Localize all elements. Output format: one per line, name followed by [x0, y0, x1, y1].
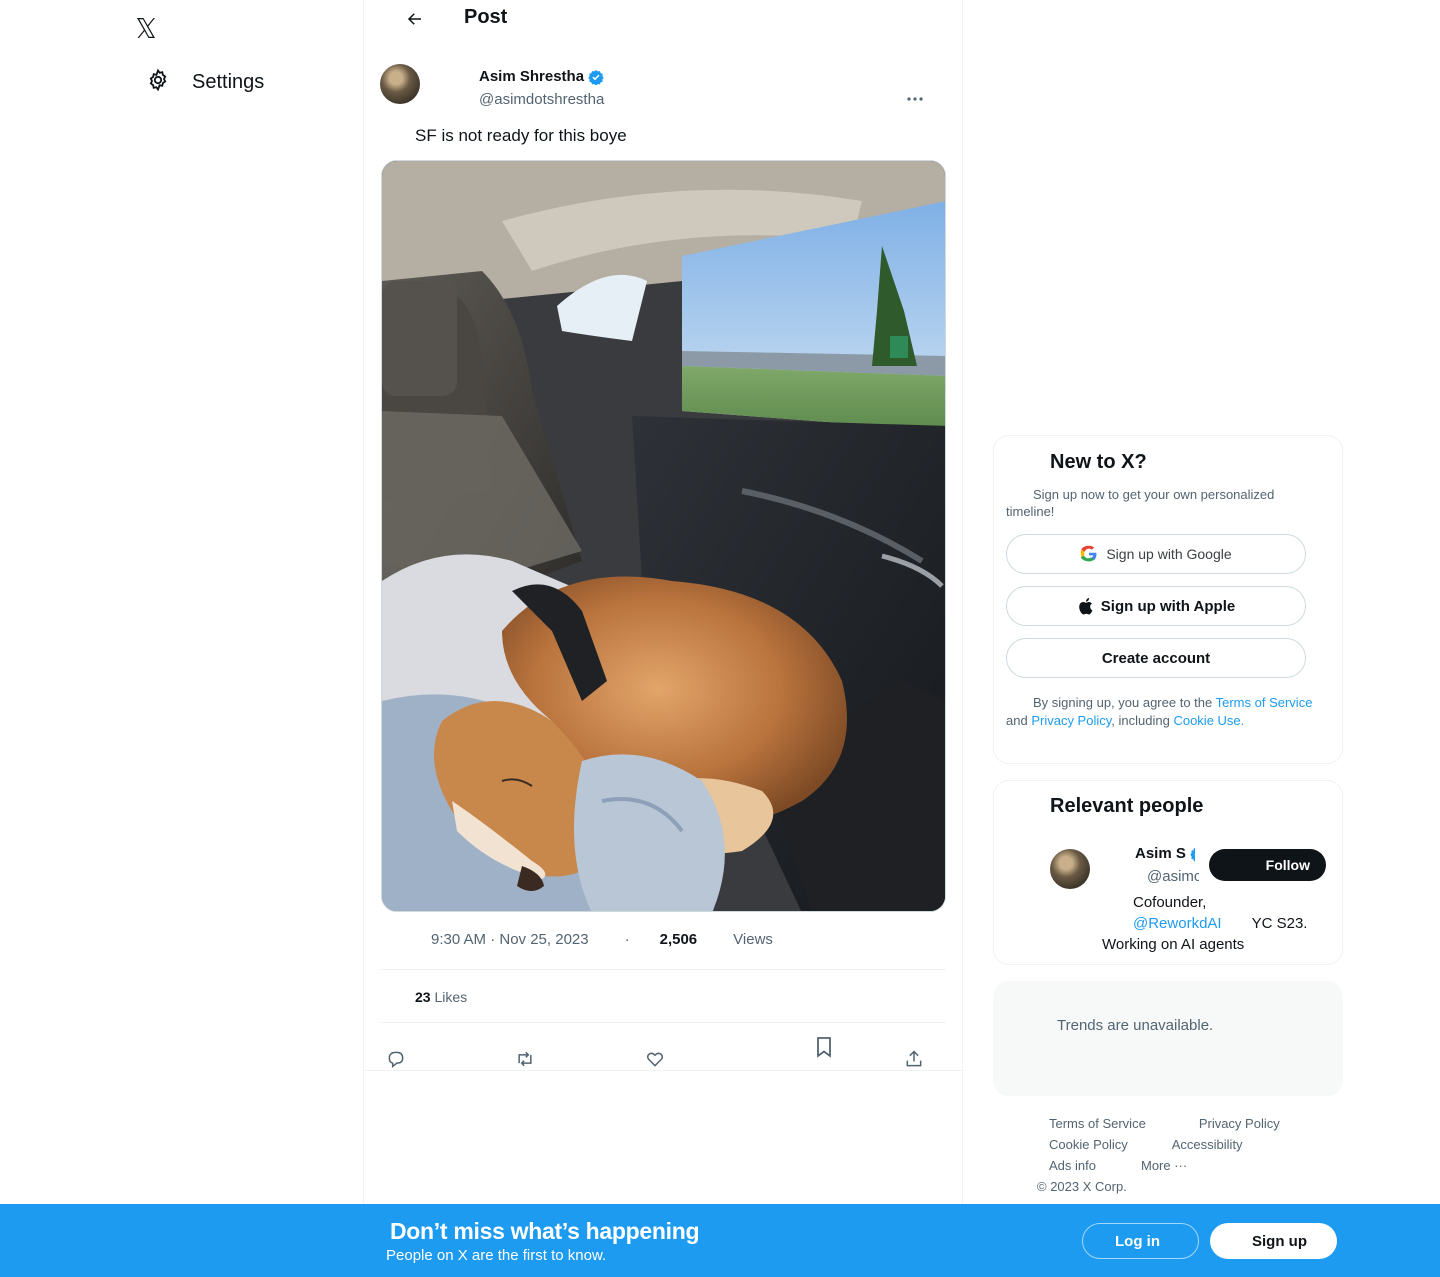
bio-line-2: YC S23. [1251, 915, 1308, 932]
arrow-left-icon [407, 13, 421, 25]
settings-link[interactable]: Settings [146, 68, 264, 97]
signup-apple-label: Sign up with Apple [1100, 597, 1236, 615]
signup-apple-button[interactable]: Sign up with Apple [1006, 586, 1306, 626]
login-button[interactable]: Log in [1082, 1223, 1199, 1259]
bio-line-1: Cofounder, [1133, 894, 1207, 911]
trends-unavailable-text: Trends are unavailable. [1057, 1017, 1214, 1034]
footer-copyright: © 2023 X Corp. [1037, 1179, 1127, 1194]
footer-more-link[interactable]: More ··· [1141, 1158, 1187, 1173]
google-icon [1081, 545, 1097, 562]
signup-button[interactable]: Sign up [1210, 1223, 1337, 1259]
signup-banner: Don’t miss what’s happening People on X … [0, 1204, 1440, 1277]
create-account-button[interactable]: Create account [1006, 638, 1306, 678]
legal-prefix: By signing up, you agree to the [1033, 695, 1213, 710]
share-icon [906, 1050, 922, 1067]
divider [381, 1022, 946, 1023]
verified-badge-icon [588, 69, 604, 85]
likes-label: Likes [434, 989, 468, 1005]
author-handle[interactable]: @asimdotshrestha [479, 91, 604, 108]
author-name[interactable]: Asim Shrestha [479, 68, 584, 85]
footer-privacy-link[interactable]: Privacy Policy [1199, 1116, 1280, 1131]
privacy-link[interactable]: Privacy Policy [1031, 713, 1111, 728]
reply-icon [388, 1051, 404, 1069]
divider [364, 1070, 964, 1071]
bio-line-3: Working on AI agents [1102, 936, 1245, 953]
person-name[interactable]: Asim S [1135, 845, 1186, 862]
likes-count: 23 [415, 989, 431, 1005]
main-column: Post Asim Shrestha @asimdotshrestha SF i… [363, 0, 964, 1277]
bookmark-icon [817, 1037, 831, 1058]
footer-accessibility-link[interactable]: Accessibility [1172, 1137, 1243, 1152]
legal-text: By signing up, you agree to the Terms of… [1006, 694, 1332, 730]
post-meta: 9:30 AM · Nov 25, 2023 · 2,506 Views [431, 931, 773, 948]
signup-google-label: Sign up with Google [1106, 546, 1232, 562]
banner-title: Don’t miss what’s happening [390, 1218, 700, 1244]
create-account-label: Create account [1101, 649, 1211, 667]
post-photo[interactable] [381, 160, 946, 912]
share-button[interactable] [903, 1048, 925, 1070]
reply-button[interactable] [385, 1048, 407, 1070]
like-button[interactable] [644, 1048, 666, 1070]
person-avatar[interactable] [1050, 849, 1090, 889]
left-nav: Settings [0, 0, 363, 1277]
author-avatar[interactable] [380, 64, 420, 104]
new-to-x-subtitle: Sign up now to get your own personalized… [1006, 487, 1275, 519]
post-actions [364, 1036, 964, 1070]
views-label: Views [733, 931, 773, 948]
relevant-people-title: Relevant people [1050, 795, 1204, 817]
meta-dot: · [624, 931, 630, 948]
like-icon [646, 1052, 664, 1067]
bio-mention-link[interactable]: @ReworkdAI [1133, 915, 1222, 932]
terms-link[interactable]: Terms of Service [1216, 695, 1313, 710]
more-button[interactable] [904, 88, 926, 110]
x-logo-icon[interactable] [134, 16, 158, 40]
footer-terms-link[interactable]: Terms of Service [1049, 1116, 1146, 1131]
trends-card: Trends are unavailable. [993, 981, 1343, 1096]
retweet-icon [518, 1051, 532, 1067]
gear-icon [146, 68, 170, 97]
bookmark-button[interactable] [813, 1036, 835, 1058]
banner-subtitle: People on X are the first to know. [386, 1247, 607, 1264]
page-title: Post [464, 6, 508, 28]
back-button[interactable] [404, 8, 426, 30]
likes-link[interactable]: 23 Likes [415, 989, 467, 1005]
person-bio: Cofounder, @ReworkdAI YC S23. Working on … [1102, 892, 1332, 955]
footer-links: Terms of Service Privacy Policy Cookie P… [1010, 1113, 1330, 1197]
cookie-use-link[interactable]: Cookie Use. [1173, 713, 1244, 728]
post-timestamp[interactable]: 9:30 AM · Nov 25, 2023 [431, 931, 589, 948]
more-horizontal-icon [907, 97, 923, 101]
apple-icon [1078, 598, 1093, 615]
footer-cookie-link[interactable]: Cookie Policy [1049, 1137, 1128, 1152]
new-to-x-title: New to X? [1050, 451, 1147, 473]
new-to-x-card: New to X? Sign up now to get your own pe… [993, 435, 1343, 764]
person-handle[interactable]: @asimc [1147, 868, 1199, 885]
person-name-row[interactable]: Asim S [1135, 845, 1195, 862]
legal-including: , including [1111, 713, 1170, 728]
post-text: SF is not ready for this boye [415, 126, 627, 145]
views-count: 2,506 [659, 931, 698, 948]
relevant-people-card: Relevant people Asim S @asimc Follow Cof… [993, 780, 1343, 965]
retweet-button[interactable] [514, 1048, 536, 1070]
footer-ads-link[interactable]: Ads info [1049, 1158, 1096, 1173]
author-name-row[interactable]: Asim Shrestha [479, 68, 604, 85]
post-image [382, 161, 945, 911]
verified-badge-icon [1190, 846, 1195, 862]
legal-and: and [1006, 713, 1028, 728]
divider [381, 969, 946, 970]
settings-label: Settings [192, 71, 265, 93]
follow-button[interactable]: Follow [1209, 849, 1326, 881]
signup-google-button[interactable]: Sign up with Google [1006, 534, 1306, 574]
